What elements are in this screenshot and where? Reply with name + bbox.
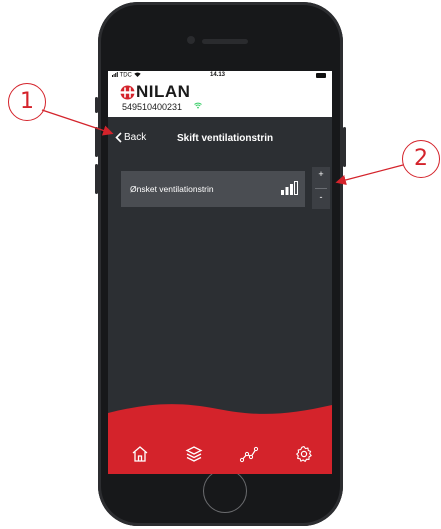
- tab-overview[interactable]: [181, 441, 207, 467]
- brand-bar: NILAN 549510400231: [108, 81, 332, 117]
- wifi-connected-icon: [194, 102, 202, 109]
- setting-label: Ønsket ventilationstrin: [130, 184, 214, 194]
- volume-up-button: [95, 127, 98, 157]
- tab-bar: [108, 401, 332, 474]
- device-serial: 549510400231: [122, 102, 183, 112]
- callout-2-arrow: [335, 164, 404, 186]
- tab-settings[interactable]: [291, 441, 317, 467]
- tab-home[interactable]: [127, 441, 153, 467]
- increase-button[interactable]: +: [312, 169, 330, 189]
- gear-icon: [296, 445, 312, 462]
- graph-icon: [239, 446, 259, 463]
- tab-graphs[interactable]: [236, 441, 262, 467]
- page-title: Skift ventilationstrin: [177, 133, 274, 144]
- nilan-logo-icon: [120, 85, 135, 99]
- callout-2: 2: [402, 140, 440, 178]
- volume-down-button: [95, 164, 98, 194]
- signal-icon: [112, 72, 118, 77]
- home-button[interactable]: [203, 469, 247, 513]
- earpiece-speaker: [202, 39, 248, 44]
- carrier-label: TDC: [112, 72, 141, 79]
- app-screen: TDC 14.13 NILAN 549510400231 Back Skift …: [108, 71, 332, 474]
- logo-text: NILAN: [136, 82, 191, 101]
- status-time: 14.13: [210, 72, 226, 78]
- stepper-divider: [315, 188, 327, 189]
- nilan-logo: NILAN: [120, 82, 190, 102]
- home-icon: [132, 446, 148, 462]
- level-stepper: + -: [312, 167, 330, 209]
- ventilation-level-icon: [281, 181, 298, 195]
- mute-switch: [95, 97, 98, 113]
- battery-icon: [316, 73, 326, 78]
- ventilation-setting-row: Ønsket ventilationstrin: [121, 171, 305, 207]
- wifi-status-icon: [133, 72, 141, 77]
- carrier-name: TDC: [119, 72, 132, 79]
- front-camera: [187, 36, 195, 44]
- decrease-button[interactable]: -: [312, 192, 330, 212]
- status-bar: TDC 14.13: [108, 71, 332, 81]
- layers-icon: [185, 446, 203, 462]
- power-button: [343, 127, 346, 167]
- navigation-bar: Back Skift ventilationstrin: [108, 117, 332, 161]
- callout-1: 1: [8, 83, 46, 121]
